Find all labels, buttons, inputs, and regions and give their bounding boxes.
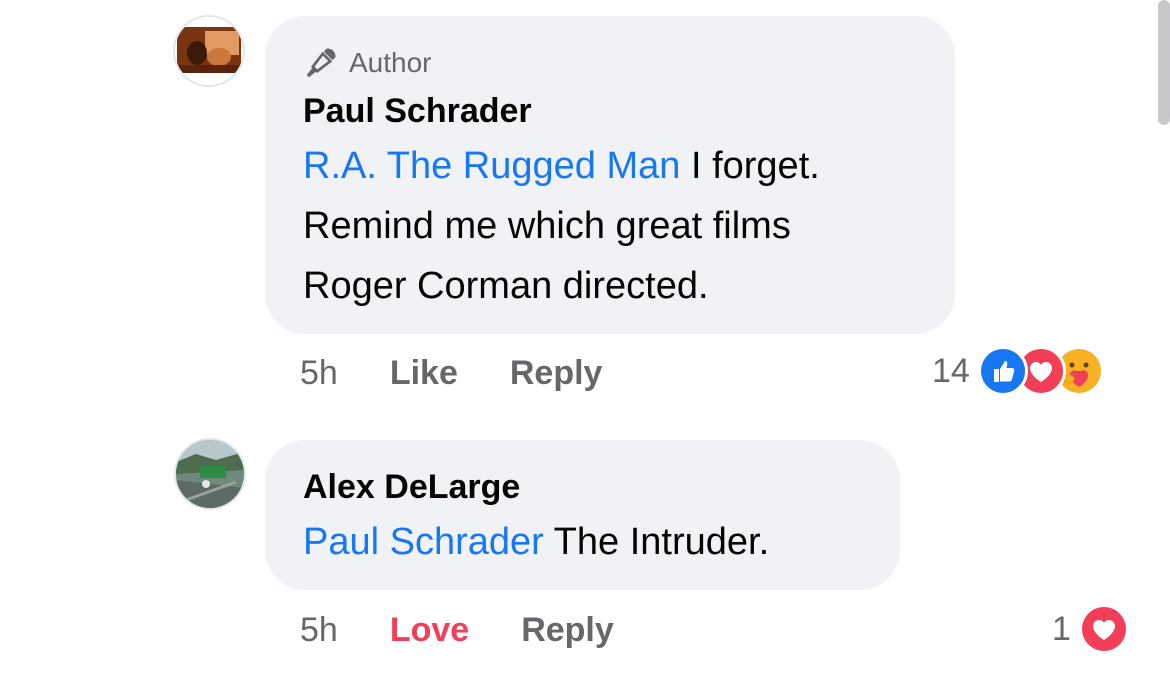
reaction-count: 14 <box>932 351 970 390</box>
avatar-image <box>176 440 244 508</box>
like-icon <box>977 346 1028 396</box>
reply-button[interactable]: Reply <box>510 354 603 393</box>
reaction-summary[interactable]: 14 <box>932 345 1104 397</box>
love-icon <box>1078 604 1129 654</box>
comment-line-text: I forget. <box>680 145 820 187</box>
comment-text: R.A. The Rugged Man I forget. Remind me … <box>303 136 820 316</box>
comment-time[interactable]: 5h <box>300 354 338 393</box>
reply-button[interactable]: Reply <box>521 611 614 650</box>
comment-bubble: Author Paul Schrader R.A. The Rugged Man… <box>265 16 955 334</box>
reaction-summary[interactable]: 1 <box>1052 603 1129 655</box>
microphone-icon <box>306 48 336 78</box>
like-button[interactable]: Like <box>390 354 458 393</box>
author-badge: Author <box>303 46 432 80</box>
comment-bubble: Alex DeLarge Paul Schrader The Intruder. <box>265 440 900 590</box>
author-badge-label: Author <box>349 47 432 78</box>
comment-actions: 5h Like Reply <box>300 353 654 393</box>
comment-text: Paul Schrader The Intruder. <box>303 512 769 572</box>
avatar-paul-schrader[interactable] <box>175 17 243 85</box>
comment-time[interactable]: 5h <box>300 611 338 650</box>
comment-line: Remind me which great films <box>303 205 791 247</box>
comment-line: Roger Corman directed. <box>303 265 709 307</box>
avatar-image <box>175 17 243 85</box>
comment-line-text: The Intruder. <box>543 521 770 563</box>
reaction-count: 1 <box>1052 609 1071 648</box>
comment-line: R.A. The Rugged Man I forget. <box>303 136 820 196</box>
love-button[interactable]: Love <box>390 611 469 650</box>
comment-actions: 5h Love Reply <box>300 610 666 650</box>
commenter-name[interactable]: Paul Schrader <box>303 92 532 131</box>
comment-line: Paul Schrader The Intruder. <box>303 512 769 572</box>
commenter-name[interactable]: Alex DeLarge <box>303 468 520 507</box>
mention-link[interactable]: R.A. The Rugged Man <box>303 145 680 187</box>
mention-link[interactable]: Paul Schrader <box>303 521 544 563</box>
avatar-alex-delarge[interactable] <box>176 440 244 508</box>
scrollbar[interactable] <box>1158 0 1170 125</box>
